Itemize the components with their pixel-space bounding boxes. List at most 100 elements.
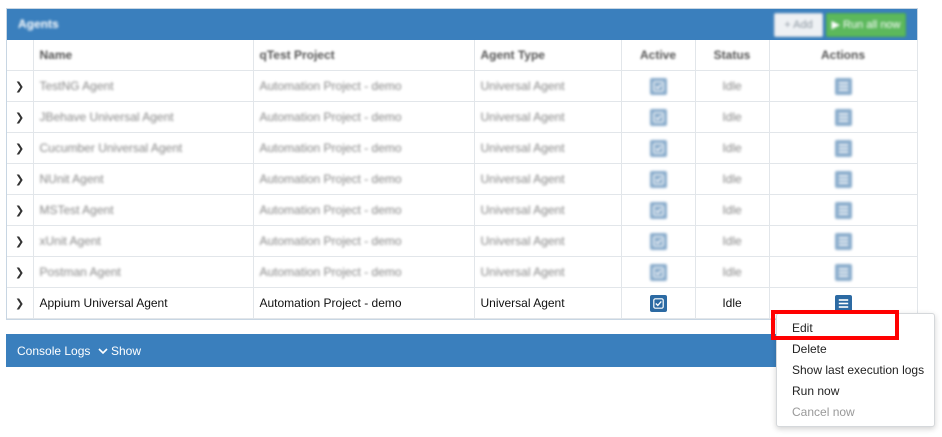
project-cell: Automation Project - demo (253, 194, 475, 226)
table-header-row: Name qTest Project Agent Type Active Sta… (7, 40, 918, 71)
chevron-right-icon[interactable]: ❯ (15, 142, 24, 155)
agent-project: Automation Project - demo (259, 265, 402, 279)
agent-status: Idle (722, 110, 742, 124)
agent-type-cell: Universal Agent (474, 287, 622, 319)
menu-item-show-last-execution-logs[interactable]: Show last execution logs (792, 363, 924, 377)
active-checkbox-icon[interactable] (649, 139, 667, 157)
row-expand-cell[interactable]: ❯ (7, 225, 34, 257)
agent-type: Universal Agent (480, 172, 565, 186)
active-cell (621, 194, 696, 226)
agent-project: Automation Project - demo (259, 172, 402, 186)
active-cell (621, 163, 696, 195)
agent-type: Universal Agent (480, 296, 565, 310)
row-expand-cell[interactable]: ❯ (7, 132, 34, 164)
agent-name-cell: MSTest Agent (33, 194, 254, 226)
agent-status: Idle (722, 296, 742, 310)
table-row[interactable]: ❯ Postman Agent Automation Project - demo U… (7, 256, 918, 288)
menu-item-run-now[interactable]: Run now (792, 384, 839, 398)
active-cell (621, 256, 696, 288)
project-cell: Automation Project - demo (253, 256, 475, 288)
run-all-now-button[interactable]: ▶ Run all now (826, 13, 906, 37)
table-row[interactable]: ❯ TestNG Agent Automation Project - demo Un… (7, 70, 918, 102)
agent-type-column-header[interactable]: Agent Type (474, 40, 622, 71)
agent-status: Idle (722, 265, 742, 279)
console-show-label: Show (111, 344, 142, 358)
active-checkbox-icon[interactable] (649, 263, 667, 281)
actions-menu-icon[interactable] (834, 201, 852, 219)
agent-type-cell: Universal Agent (474, 225, 622, 257)
active-checkbox-icon[interactable] (649, 77, 667, 95)
agent-type-cell: Universal Agent (474, 256, 622, 288)
actions-menu-icon[interactable] (834, 108, 852, 126)
agent-name-cell: TestNG Agent (33, 70, 254, 102)
actions-column-header: Actions (769, 40, 918, 71)
agent-name-cell: Cucumber Universal Agent (33, 132, 254, 164)
status-cell: Idle (695, 225, 770, 257)
active-cell (621, 101, 696, 133)
chevron-down-icon (98, 348, 108, 355)
chevron-right-icon[interactable]: ❯ (15, 204, 24, 217)
chevron-right-icon[interactable]: ❯ (15, 235, 24, 248)
agent-name: NUnit Agent (39, 172, 104, 186)
table-row[interactable]: ❯ NUnit Agent Automation Project - demo Uni… (7, 163, 918, 195)
active-checkbox-icon[interactable] (649, 294, 667, 312)
agents-table: Name qTest Project Agent Type Active Sta… (7, 40, 918, 319)
agent-name: Cucumber Universal Agent (39, 141, 183, 155)
active-column-header[interactable]: Active (621, 40, 696, 71)
row-expand-cell[interactable]: ❯ (7, 70, 34, 102)
agent-name: JBehave Universal Agent (39, 110, 174, 124)
actions-menu-icon[interactable] (834, 232, 852, 250)
table-row[interactable]: ❯ xUnit Agent Automation Project - demo Uni… (7, 225, 918, 257)
agent-name: Postman Agent (39, 265, 121, 279)
active-cell (621, 225, 696, 257)
table-row[interactable]: ❯ JBehave Universal Agent Automation Proje… (7, 101, 918, 133)
project-cell: Automation Project - demo (253, 163, 475, 195)
agent-name-cell: NUnit Agent (33, 163, 254, 195)
agent-project: Automation Project - demo (259, 79, 402, 93)
actions-cell (769, 132, 918, 164)
status-cell: Idle (695, 256, 770, 288)
agent-project: Automation Project - demo (259, 203, 402, 217)
actions-menu-icon[interactable] (834, 294, 852, 312)
agent-project: Automation Project - demo (259, 141, 402, 155)
actions-menu-icon[interactable] (834, 77, 852, 95)
table-row[interactable]: ❯ Cucumber Universal Agent Automation Proj… (7, 132, 918, 164)
row-expand-cell[interactable]: ❯ (7, 256, 34, 288)
row-expand-cell[interactable]: ❯ (7, 101, 34, 133)
console-logs-title: Console Logs (17, 344, 91, 358)
name-column-header[interactable]: Name (33, 40, 254, 71)
active-checkbox-icon[interactable] (649, 170, 667, 188)
agent-type-cell: Universal Agent (474, 132, 622, 164)
actions-menu-icon[interactable] (834, 170, 852, 188)
actions-menu-icon[interactable] (834, 139, 852, 157)
chevron-right-icon[interactable]: ❯ (15, 266, 24, 279)
actions-menu-icon[interactable] (834, 263, 852, 281)
agent-type: Universal Agent (480, 234, 565, 248)
expand-column-header (7, 40, 34, 71)
chevron-right-icon[interactable]: ❯ (15, 173, 24, 186)
add-agent-button[interactable]: + Add (774, 13, 823, 37)
agent-project: Automation Project - demo (259, 296, 402, 310)
chevron-right-icon[interactable]: ❯ (15, 80, 24, 93)
active-checkbox-icon[interactable] (649, 232, 667, 250)
status-column-header[interactable]: Status (695, 40, 770, 71)
chevron-right-icon[interactable]: ❯ (15, 111, 24, 124)
agent-type: Universal Agent (480, 141, 565, 155)
row-expand-cell[interactable]: ❯ (7, 287, 34, 319)
chevron-right-icon[interactable]: ❯ (15, 297, 24, 310)
agent-type-cell: Universal Agent (474, 163, 622, 195)
row-expand-cell[interactable]: ❯ (7, 163, 34, 195)
panel-title: Agents (18, 17, 59, 31)
project-column-header[interactable]: qTest Project (253, 40, 475, 71)
table-row[interactable]: ❯ MSTest Agent Automation Project - demo Un… (7, 194, 918, 226)
agent-name-cell: Postman Agent (33, 256, 254, 288)
row-expand-cell[interactable]: ❯ (7, 194, 34, 226)
active-checkbox-icon[interactable] (649, 201, 667, 219)
console-show-toggle[interactable]: Show (98, 344, 141, 358)
menu-item-delete[interactable]: Delete (792, 342, 827, 356)
agents-panel-header: Agents + Add ▶ Run all now (7, 9, 917, 40)
agents-panel: Agents + Add ▶ Run all now Name qTest Pr… (6, 8, 918, 320)
active-checkbox-icon[interactable] (649, 108, 667, 126)
status-cell: Idle (695, 163, 770, 195)
agent-status: Idle (722, 79, 742, 93)
